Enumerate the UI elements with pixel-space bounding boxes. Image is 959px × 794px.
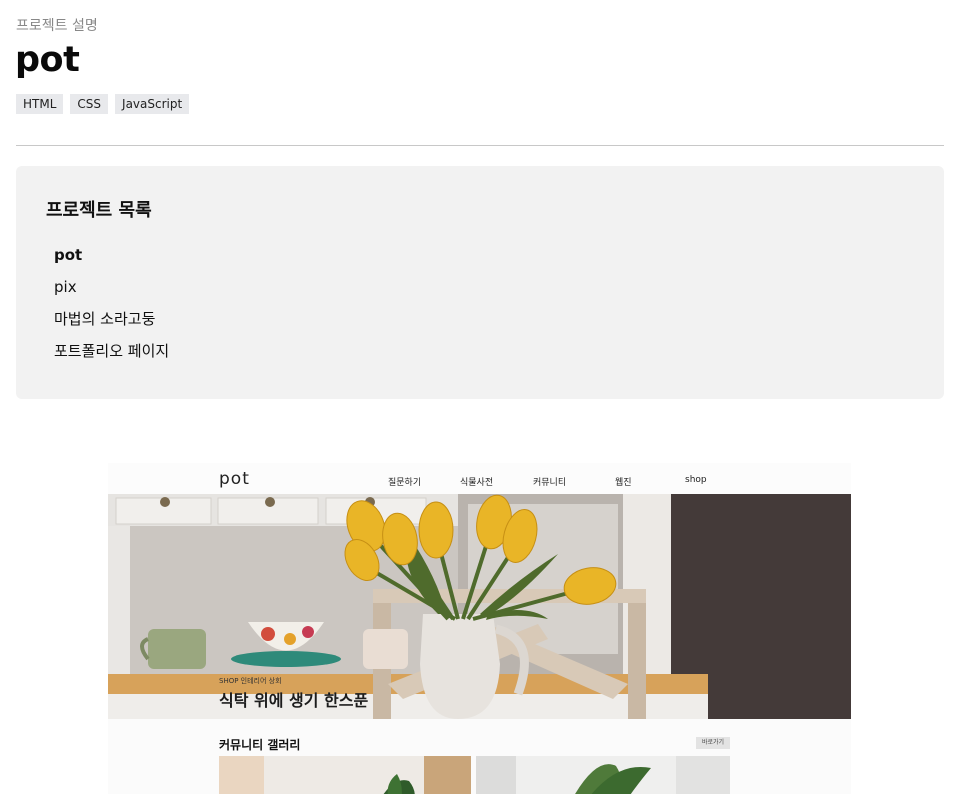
preview-logo: pot xyxy=(219,469,250,489)
tag-javascript: JavaScript xyxy=(115,94,190,114)
preview-hero-caption: SHOP 인테리어 상회 xyxy=(219,677,282,685)
preview-navbar: pot 질문하기 식물사전 커뮤니티 웹진 shop xyxy=(108,463,851,494)
project-list-title: 프로젝트 목록 xyxy=(46,200,152,221)
project-list-panel: 프로젝트 목록 pot pix 마법의 소라고둥 포트폴리오 페이지 xyxy=(16,166,944,399)
preview-more-button: 바로가기 xyxy=(696,737,730,749)
preview-nav-item: 식물사전 xyxy=(460,478,494,488)
preview-gallery-title: 커뮤니티 갤러리 xyxy=(219,738,301,752)
preview-gallery-thumb xyxy=(476,756,730,794)
preview-nav-item: 커뮤니티 xyxy=(533,478,567,488)
preview-hero: SHOP 인테리어 상회 식탁 위에 생기 한스푼 xyxy=(108,494,851,719)
project-list: pot pix 마법의 소라고둥 포트폴리오 페이지 xyxy=(54,244,169,372)
project-link-pix[interactable]: pix xyxy=(54,276,169,308)
project-link-magic-conch[interactable]: 마법의 소라고둥 xyxy=(54,308,169,340)
tag-html: HTML xyxy=(16,94,64,114)
project-link-portfolio[interactable]: 포트폴리오 페이지 xyxy=(54,340,169,372)
page-title: pot xyxy=(15,40,80,80)
preview-gallery-thumb xyxy=(219,756,471,794)
project-preview-image: pot 질문하기 식물사전 커뮤니티 웹진 shop SHOP 인테리어 상회 … xyxy=(108,463,851,794)
preview-hero-title: 식탁 위에 생기 한스푼 xyxy=(219,691,369,710)
preview-nav-item: 질문하기 xyxy=(388,478,422,488)
divider xyxy=(16,145,944,146)
preview-nav-item: shop xyxy=(685,475,707,485)
project-link-pot[interactable]: pot xyxy=(54,244,169,276)
project-eyebrow: 프로젝트 설명 xyxy=(16,18,98,34)
tech-tags: HTML CSS JavaScript xyxy=(16,94,190,114)
preview-nav-item: 웹진 xyxy=(615,478,632,488)
tag-css: CSS xyxy=(70,94,109,114)
